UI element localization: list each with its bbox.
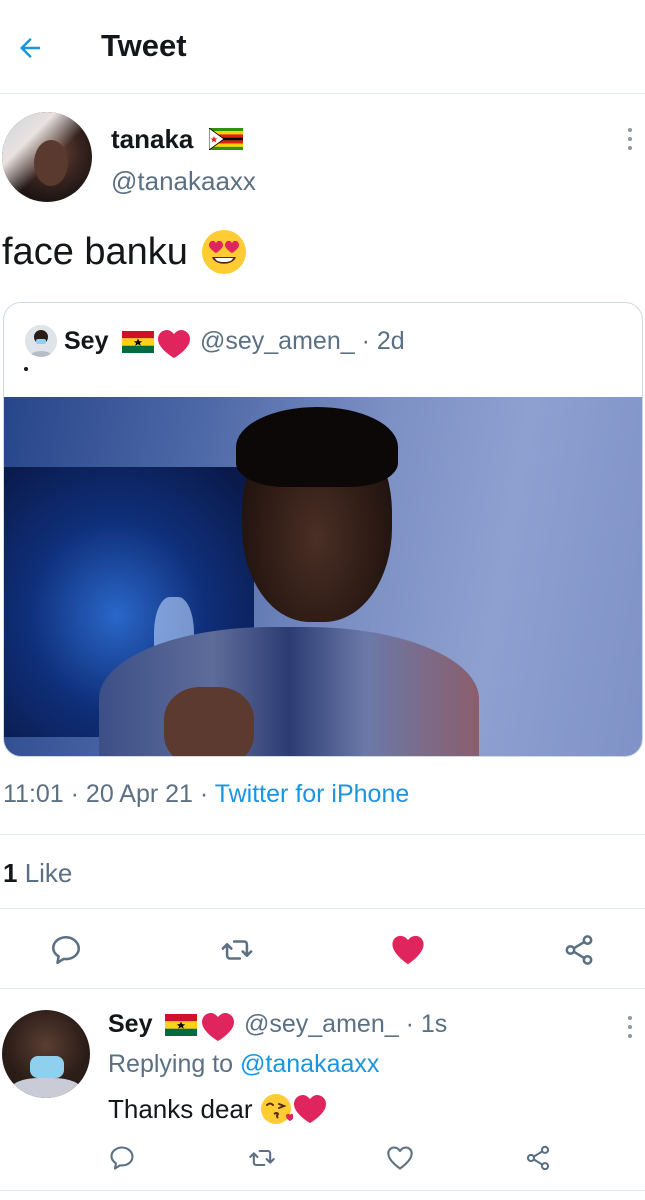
reply-like-button[interactable] [382,1140,418,1176]
more-options-button[interactable] [618,124,642,154]
author-handle[interactable]: @tanakaaxx [111,166,256,197]
reply-icon [110,1146,134,1170]
retweet-button[interactable] [217,930,257,970]
heart-outline-icon [387,1146,413,1170]
reply-body: Thanks dear [108,1092,327,1126]
arrow-left-icon [20,38,40,58]
tweet-body: face banku [2,228,248,276]
divider [0,988,645,989]
replying-to-mention[interactable]: @tanakaaxx [240,1050,379,1078]
more-dot-icon [628,146,632,150]
share-button[interactable] [559,930,599,970]
quoted-author-handle: @sey_amen_ · 2d [200,327,405,355]
red-heart-emoji-icon [293,1095,326,1123]
more-dot-icon [628,128,632,132]
retweet-icon [221,940,253,960]
quoted-author-avatar[interactable] [25,325,57,357]
heart-filled-icon [392,935,424,965]
likes-label: Like [17,858,73,888]
tweet-action-bar [0,930,645,970]
reply-button[interactable] [46,930,86,970]
reply-retweet-button[interactable] [244,1140,280,1176]
tweet-source-link[interactable]: Twitter for iPhone [215,780,410,808]
ghana-flag-icon [122,331,154,353]
quoted-tweet-photo[interactable] [4,397,642,756]
reply-icon [51,935,81,965]
tweet-meta: 11:01 · 20 Apr 21 · Twitter for iPhone [3,780,409,809]
more-dot-icon [628,1016,632,1020]
avatar-image [25,325,57,357]
reply-author-handle[interactable]: @sey_amen_ · 1s [244,1010,447,1039]
zimbabwe-flag-icon [209,128,243,150]
reply-share-button[interactable] [520,1140,556,1176]
ghana-flag-icon [165,1014,197,1036]
kiss-emoji-icon [260,1094,293,1124]
red-heart-emoji-icon [202,1013,234,1041]
heart-eyes-emoji-icon [201,230,246,274]
top-bar: Tweet [0,0,645,94]
tweet-text: face banku [2,230,188,273]
retweet-icon [249,1149,275,1167]
like-button[interactable] [388,930,428,970]
reply-text: Thanks dear [108,1093,253,1124]
divider [0,908,645,909]
share-icon [565,935,593,965]
quoted-tweet-text [24,367,28,371]
likes-count[interactable]: 1 Like [3,858,72,889]
quoted-author-name: Sey [64,327,109,355]
reply-author-avatar[interactable] [2,1010,90,1098]
author-name[interactable]: tanaka [111,124,193,155]
more-dot-icon [628,1034,632,1038]
replying-to-line: Replying to @tanakaaxx [108,1050,379,1079]
reply-reply-button[interactable] [104,1140,140,1176]
likes-number: 1 [3,858,18,888]
red-heart-emoji-icon [158,330,190,358]
reply-action-bar [0,1140,645,1176]
back-button[interactable] [8,26,52,70]
divider [0,834,645,835]
author-avatar[interactable] [2,112,92,202]
share-icon [526,1145,550,1171]
tweet-timestamp: 11:01 · 20 Apr 21 · [3,780,215,808]
quoted-tweet-card[interactable]: Sey @sey_amen_ · 2d [3,302,643,757]
more-dot-icon [628,137,632,141]
more-dot-icon [628,1025,632,1029]
divider [0,1190,645,1191]
reply-more-options-button[interactable] [618,1012,642,1042]
reply-author-name[interactable]: Sey [108,1010,152,1039]
replying-to-label: Replying to [108,1050,241,1078]
page-title: Tweet [101,28,187,63]
